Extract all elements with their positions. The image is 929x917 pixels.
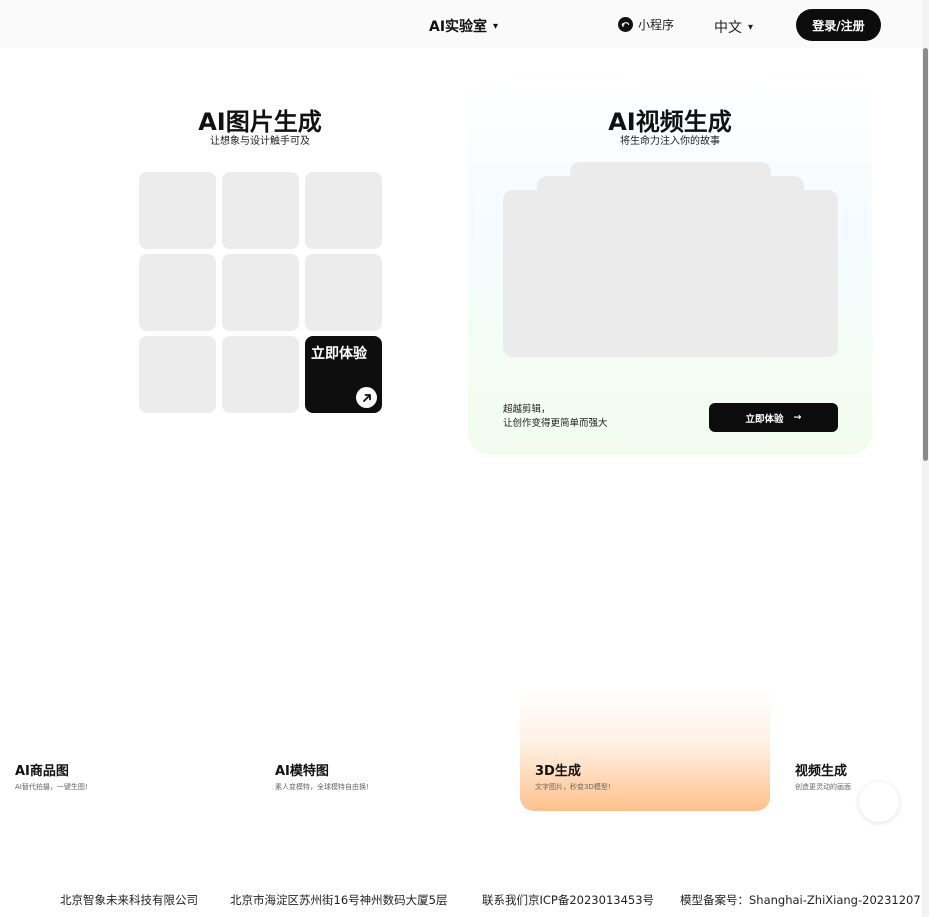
footer-address: 北京市海淀区苏州街16号神州数码大厦5层 — [230, 893, 448, 907]
feature-desc: AI替代拍摄，一键生图! — [15, 783, 88, 791]
feature-desc: 文字图片，秒变3D模型! — [535, 783, 611, 791]
feature-desc: 创造更灵动的画面 — [795, 783, 851, 791]
scrollbar-thumb[interactable] — [923, 48, 928, 461]
floating-action-button[interactable] — [859, 782, 899, 822]
image-tile — [139, 336, 216, 413]
feature-title: 视频生成 — [795, 764, 848, 779]
image-tile — [139, 172, 216, 249]
video-gen-description: 超越剪辑， 让创作变得更简单而强大 — [503, 403, 608, 431]
image-gen-subtitle: 让想象与设计触手可及 — [210, 136, 310, 147]
video-try-now-button[interactable]: 立即体验 → — [709, 403, 838, 432]
top-nav: AI实验室 ▾ 小程序 中文 ▾ 登录/注册 — [0, 0, 922, 48]
arrow-right-icon: → — [793, 412, 802, 423]
image-try-now-label: 立即体验 — [311, 346, 367, 362]
feature-card-product[interactable]: AI商品图 AI替代拍摄，一键生图! — [0, 689, 250, 811]
language-selector[interactable]: 中文 ▾ — [714, 17, 753, 37]
feature-card-model[interactable]: AI模特图 素人变模特，全球模特自由换! — [260, 689, 510, 811]
video-desc-line: 超越剪辑， — [503, 404, 551, 415]
feature-title: 3D生成 — [535, 764, 581, 779]
footer-company: 北京智象未来科技有限公司 — [60, 893, 198, 907]
image-tile — [222, 172, 299, 249]
feature-card-3d[interactable]: 3D生成 文字图片，秒变3D模型! — [520, 689, 770, 811]
image-gen-grid: 立即体验 — [139, 172, 382, 413]
video-desc-line: 让创作变得更简单而强大 — [503, 418, 608, 429]
video-try-now-label: 立即体验 — [745, 413, 784, 425]
video-preview-front — [503, 190, 838, 357]
feature-card-video[interactable]: 视频生成 创造更灵动的画面 — [780, 689, 922, 811]
feature-title: AI商品图 — [15, 764, 69, 779]
mini-program-icon — [618, 17, 633, 32]
video-gen-card: AI视频生成 将生命力注入你的故事 超越剪辑， 让创作变得更简单而强大 立即体验… — [468, 70, 872, 455]
feature-desc: 素人变模特，全球模特自由换! — [275, 783, 369, 791]
chevron-down-icon: ▾ — [493, 20, 499, 32]
language-label: 中文 — [714, 20, 742, 36]
login-register-button[interactable]: 登录/注册 — [796, 9, 881, 41]
image-tile — [222, 336, 299, 413]
nav-ai-lab[interactable]: AI实验室 ▾ — [429, 16, 498, 36]
image-tile — [139, 254, 216, 331]
image-tile — [222, 254, 299, 331]
nav-mini-program-label: 小程序 — [638, 18, 675, 32]
nav-mini-program[interactable]: 小程序 — [618, 16, 674, 33]
video-gen-subtitle: 将生命力注入你的故事 — [620, 136, 720, 147]
footer-icp-link[interactable]: 联系我们京ICP备2023013453号 — [482, 892, 654, 908]
chevron-down-icon: ▾ — [748, 21, 754, 33]
image-tile — [305, 254, 382, 331]
nav-ai-lab-label: AI实验室 — [429, 19, 488, 35]
page: AI实验室 ▾ 小程序 中文 ▾ 登录/注册 AI图片生成 让想象与设计触手可及… — [0, 0, 929, 917]
image-try-now-button[interactable]: 立即体验 — [305, 336, 382, 413]
feature-title: AI模特图 — [275, 764, 329, 779]
image-tile — [305, 172, 382, 249]
arrow-up-right-icon — [356, 387, 377, 408]
footer-model-record: 模型备案号：Shanghai-ZhiXiang-20231207 — [680, 893, 921, 907]
